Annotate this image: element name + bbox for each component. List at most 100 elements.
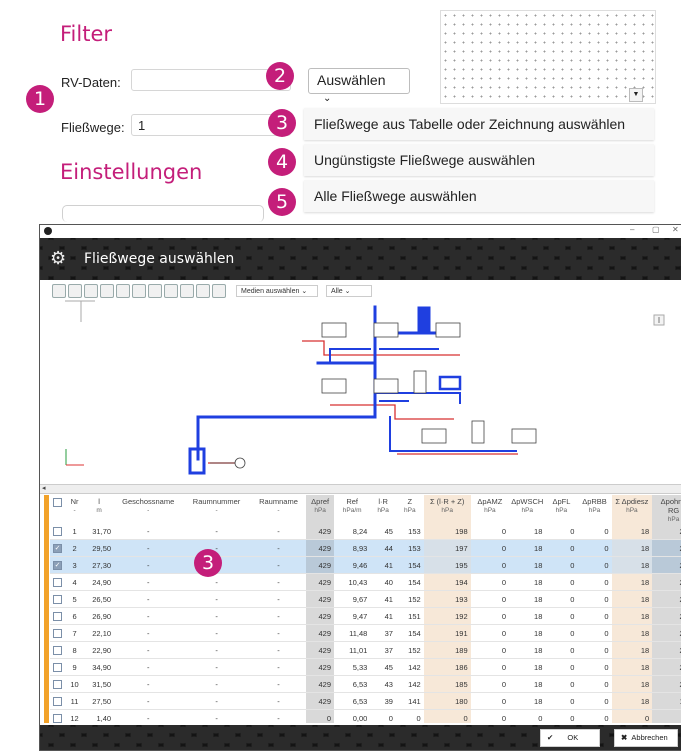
ok-button[interactable]: ✔ OK <box>540 729 600 747</box>
table-cell: 0 <box>470 692 510 710</box>
toolbar-view-icon[interactable] <box>52 284 66 298</box>
medien-select[interactable]: Medien auswählen ⌄ <box>236 285 318 297</box>
row-checkbox[interactable] <box>53 611 62 621</box>
row-checkbox-cell[interactable] <box>50 641 65 659</box>
alle-select[interactable]: Alle ⌄ <box>326 285 372 297</box>
column-header[interactable]: Raumname - <box>251 495 307 523</box>
table-row[interactable]: 121,40---00,00000000000 <box>50 709 681 723</box>
table-row[interactable]: 526,50---4299,67411521930180018212 <box>50 590 681 608</box>
toolbar-view-icon[interactable] <box>148 284 162 298</box>
row-checkbox[interactable] <box>53 713 62 723</box>
column-header[interactable]: ZhPa <box>396 495 424 523</box>
row-checkbox[interactable] <box>53 628 62 638</box>
column-header[interactable]: lm <box>84 495 114 523</box>
table-row[interactable]: ✓229,50---4298,93441531970180018215 <box>50 539 681 557</box>
maximize-icon[interactable]: ▢ <box>652 225 660 234</box>
table-cell: 43 <box>370 675 396 693</box>
table-cell: 186 <box>423 658 471 676</box>
column-header[interactable]: ΔpWSCH hPa <box>509 495 545 523</box>
row-checkbox-cell[interactable] <box>50 523 65 540</box>
menu-item-from-table[interactable]: Fließwege aus Tabelle oder Zeichnung aus… <box>304 108 654 140</box>
row-checkbox[interactable] <box>53 594 62 604</box>
column-header[interactable] <box>50 495 65 523</box>
table-row[interactable]: 822,90---42911,01371521890180018207 <box>50 641 681 659</box>
menu-item-worst-paths[interactable]: Ungünstigste Fließwege auswählen <box>304 144 654 176</box>
scroll-left-icon[interactable]: ◂ <box>42 484 46 492</box>
cancel-button[interactable]: ✖ Abbrechen <box>614 729 678 747</box>
table-cell: 10 <box>64 675 85 693</box>
row-checkbox[interactable]: ✓ <box>53 543 62 553</box>
table-cell: 0 <box>545 692 578 710</box>
table-cell: 27,50 <box>84 692 115 710</box>
column-header[interactable]: Raumnummer - <box>182 495 250 523</box>
column-header[interactable]: Δpref hPa <box>306 495 334 523</box>
column-header[interactable]: Geschossname - <box>114 495 182 523</box>
table-row[interactable]: 424,90---42910,43401541940180018213 <box>50 573 681 591</box>
row-checkbox-cell[interactable] <box>50 709 65 723</box>
toolbar-view-icon[interactable] <box>196 284 210 298</box>
zoom-icon[interactable] <box>212 284 226 298</box>
column-header[interactable]: Nr - <box>65 495 84 523</box>
minimize-icon[interactable]: – <box>630 225 634 234</box>
menu-item-label: Fließwege aus Tabelle oder Zeichnung aus… <box>314 116 626 132</box>
table-cell: 18 <box>611 607 653 625</box>
row-checkbox-cell[interactable] <box>50 590 65 608</box>
table-cell: 0 <box>470 675 510 693</box>
table-cell: 429 <box>306 675 334 693</box>
table-row[interactable]: 1031,50---4296,53431421850180018203 <box>50 675 681 693</box>
toolbar-view-icon[interactable] <box>164 284 178 298</box>
auswaehlen-dropdown[interactable]: Auswählen ⌄ <box>308 68 410 104</box>
drawing-scrollbar[interactable]: ◂ <box>40 484 681 494</box>
column-header[interactable]: ΔpRBB hPa <box>577 495 611 523</box>
row-checkbox-cell[interactable] <box>50 573 65 591</box>
row-checkbox[interactable] <box>53 696 62 706</box>
table-row[interactable]: ✓327,30---4299,46411541950180018214 <box>50 556 681 574</box>
column-header[interactable]: Σ Δpdiesz hPa <box>611 495 653 523</box>
fliesswege-field[interactable]: 1 <box>131 114 291 136</box>
row-checkbox-cell[interactable] <box>50 692 65 710</box>
toolbar-view-icon[interactable] <box>180 284 194 298</box>
red-pipe-lines <box>208 340 518 464</box>
toolbar-view-icon[interactable] <box>132 284 146 298</box>
row-checkbox[interactable] <box>53 662 62 672</box>
table-cell: - <box>250 590 307 608</box>
table-cell: 429 <box>306 692 334 710</box>
toolbar-view-icon[interactable] <box>116 284 130 298</box>
select-all-checkbox[interactable] <box>52 497 62 507</box>
pipe-schematic[interactable] <box>40 297 681 483</box>
table-cell: 26,90 <box>84 607 115 625</box>
row-checkbox-cell[interactable] <box>50 624 65 642</box>
column-header[interactable]: l·R hPa <box>370 495 396 523</box>
preview-scroll-arrow[interactable]: ▼ <box>629 88 643 102</box>
column-header[interactable]: Ref hPa/m <box>334 495 370 523</box>
toolbar-view-icon[interactable] <box>68 284 82 298</box>
row-checkbox[interactable] <box>53 526 62 536</box>
row-checkbox-cell[interactable]: ✓ <box>50 539 65 557</box>
window-titlebar: – ▢ ✕ <box>40 225 681 239</box>
toolbar-view-icon[interactable] <box>84 284 98 298</box>
column-header[interactable]: Δpohne RGhPa <box>652 495 681 523</box>
zoom-widget[interactable] <box>653 314 665 326</box>
table-row[interactable]: 1127,50---4296,53391411800180018198 <box>50 692 681 710</box>
menu-item-all-paths[interactable]: Alle Fließwege auswählen <box>304 180 654 212</box>
column-header[interactable]: ΔpAMZ hPa <box>471 495 509 523</box>
row-checkbox[interactable] <box>53 679 62 689</box>
table-cell: 0 <box>577 556 612 574</box>
row-checkbox[interactable] <box>53 577 62 587</box>
row-checkbox[interactable]: ✓ <box>53 560 62 570</box>
close-icon[interactable]: ✕ <box>672 225 679 234</box>
toolbar-view-icon[interactable] <box>100 284 114 298</box>
table-row[interactable]: 722,10---42911,48371541910180018209 <box>50 624 681 642</box>
table-row[interactable]: 626,90---4299,47411511920180018210 <box>50 607 681 625</box>
row-checkbox-cell[interactable]: ✓ <box>50 556 65 574</box>
column-header[interactable]: ΔpFL hPa <box>545 495 577 523</box>
table-row[interactable]: 131,70---4298,24451531980180018216 <box>50 523 681 540</box>
column-header[interactable]: Σ (l·R + Z) hPa <box>423 495 471 523</box>
row-checkbox-cell[interactable] <box>50 658 65 676</box>
row-checkbox-cell[interactable] <box>50 607 65 625</box>
table-cell: 45 <box>370 523 396 540</box>
table-cell: 0 <box>652 709 681 723</box>
table-row[interactable]: 934,90---4295,33451421860180018204 <box>50 658 681 676</box>
row-checkbox[interactable] <box>53 645 62 655</box>
row-checkbox-cell[interactable] <box>50 675 65 693</box>
